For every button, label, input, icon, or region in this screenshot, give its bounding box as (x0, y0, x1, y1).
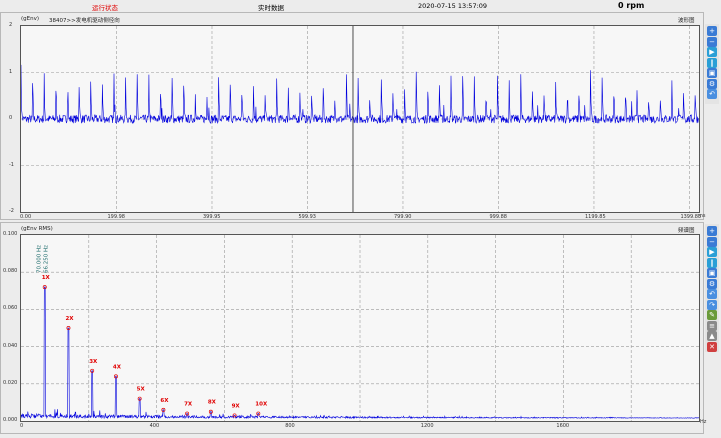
harmonic-label: 8X (208, 400, 217, 406)
waveform-y-tick: 2 (9, 22, 13, 28)
spectrum-y-tick: 0.100 (3, 231, 18, 237)
spectrum-x-tick: 400 (149, 423, 160, 429)
harmonic-label: 4X (113, 364, 122, 370)
waveform-toolbar: + − ▶ ‖ ▣ ⚙ ↶ (705, 24, 719, 104)
cursor-freq-label-2: 66.250 Hz (44, 245, 50, 273)
spectrum-x-unit: Hz (700, 419, 707, 425)
zoom-out-icon[interactable]: − (707, 36, 717, 47)
harmonic-label: 2X (65, 316, 74, 322)
save-icon[interactable]: ▣ (707, 68, 717, 78)
waveform-y-tick: -2 (9, 208, 14, 214)
settings-icon[interactable]: ⚙ (707, 78, 717, 89)
run-status-label: 运行状态 (92, 4, 118, 12)
harmonic-label: 6X (160, 398, 169, 404)
spectrum-plot[interactable]: 1X 2X 3X 4X 5X 6X 7X 8X 9X 10X 70.000 Hz 66.250 Hz (20, 234, 700, 422)
undo-icon[interactable]: ↶ (707, 289, 717, 299)
settings-icon[interactable]: ⚙ (707, 278, 717, 289)
waveform-trace (21, 64, 699, 125)
play-icon[interactable]: ▶ (707, 247, 717, 257)
spectrum-x-tick: 800 (285, 423, 295, 429)
harmonic-label: 5X (137, 387, 146, 393)
redo-icon[interactable]: ↷ (707, 299, 717, 310)
harmonic-icon[interactable]: ≡ (707, 320, 717, 331)
spectrum-unit: (gEnv RMS) (21, 226, 53, 232)
cursor-icon[interactable]: ✎ (707, 310, 717, 320)
waveform-channel: 38407>>发电机驱动侧径向 (49, 18, 120, 24)
spectrum-x-tick: 1600 (556, 423, 570, 429)
waveform-plot[interactable] (20, 25, 700, 213)
rpm-label: 0 rpm (618, 1, 645, 10)
waveform-x-tick: 199.98 (107, 214, 125, 220)
waveform-y-tick: 0 (9, 115, 13, 121)
undo-icon[interactable]: ↶ (707, 89, 717, 99)
harmonic-label: 9X (232, 403, 241, 409)
spectrum-toolbar: + − ▶ ‖ ▣ ⚙ ↶ ↷ ✎ ≡ ▲ ✕ (705, 224, 719, 352)
waveform-y-tick: -1 (9, 161, 14, 168)
datetime-label: 2020-07-15 13:57:09 (418, 2, 488, 10)
harmonic-label: 10X (255, 402, 268, 408)
cursor-freq-label-1: 70.000 Hz (37, 245, 43, 273)
waveform-title: 波形图 (678, 18, 695, 24)
spectrum-x-tick: 1200 (420, 423, 434, 429)
spectrum-title: 频谱图 (678, 228, 695, 234)
harmonic-label: 1X (42, 275, 51, 281)
status-bar: 运行状态 实时数据 2020-07-15 13:57:09 0 rpm (0, 0, 721, 12)
spectrum-panel: (gEnv RMS) 频谱图 1X 2X 3X 4X 5X 6X 7X 8X 9X 10X 70.0… (0, 222, 707, 434)
zoom-in-icon[interactable]: + (707, 26, 717, 36)
harmonic-label: 3X (89, 359, 98, 365)
spectrum-x-tick: 0 (20, 423, 24, 429)
pause-icon[interactable]: ‖ (707, 257, 717, 268)
zoom-in-icon[interactable]: + (707, 226, 717, 236)
zoom-out-icon[interactable]: − (707, 236, 717, 247)
waveform-x-tick: 0.00 (20, 214, 32, 220)
waveform-x-tick: 599.93 (298, 214, 316, 220)
spectrum-y-tick: 0.040 (3, 342, 18, 349)
waveform-unit: (gEnv) (21, 16, 39, 22)
close-icon[interactable]: ✕ (707, 341, 717, 352)
spectrum-y-tick: 0.020 (3, 379, 18, 386)
waveform-panel: (gEnv) 38407>>发电机驱动侧径向 波形图 2 1 0 -1 -2 0.00 1… (0, 12, 706, 220)
save-icon[interactable]: ▣ (707, 268, 717, 278)
spectrum-y-tick: 0.080 (3, 268, 18, 275)
peak-icon[interactable]: ▲ (707, 331, 717, 341)
waveform-x-tick: 399.95 (202, 214, 221, 220)
waveform-x-tick: 999.88 (489, 214, 507, 220)
waveform-x-tick: 1199.85 (584, 214, 606, 220)
pause-icon[interactable]: ‖ (707, 57, 717, 68)
data-mode-label: 实时数据 (258, 4, 284, 12)
harmonic-label: 7X (184, 402, 193, 408)
waveform-y-tick: 1 (9, 68, 13, 75)
play-icon[interactable]: ▶ (707, 47, 717, 57)
waveform-x-unit: ms (698, 213, 706, 219)
spectrum-y-tick: 0.060 (3, 305, 18, 312)
waveform-x-tick: 799.90 (393, 214, 412, 220)
spectrum-y-tick: 0.000 (3, 417, 18, 423)
